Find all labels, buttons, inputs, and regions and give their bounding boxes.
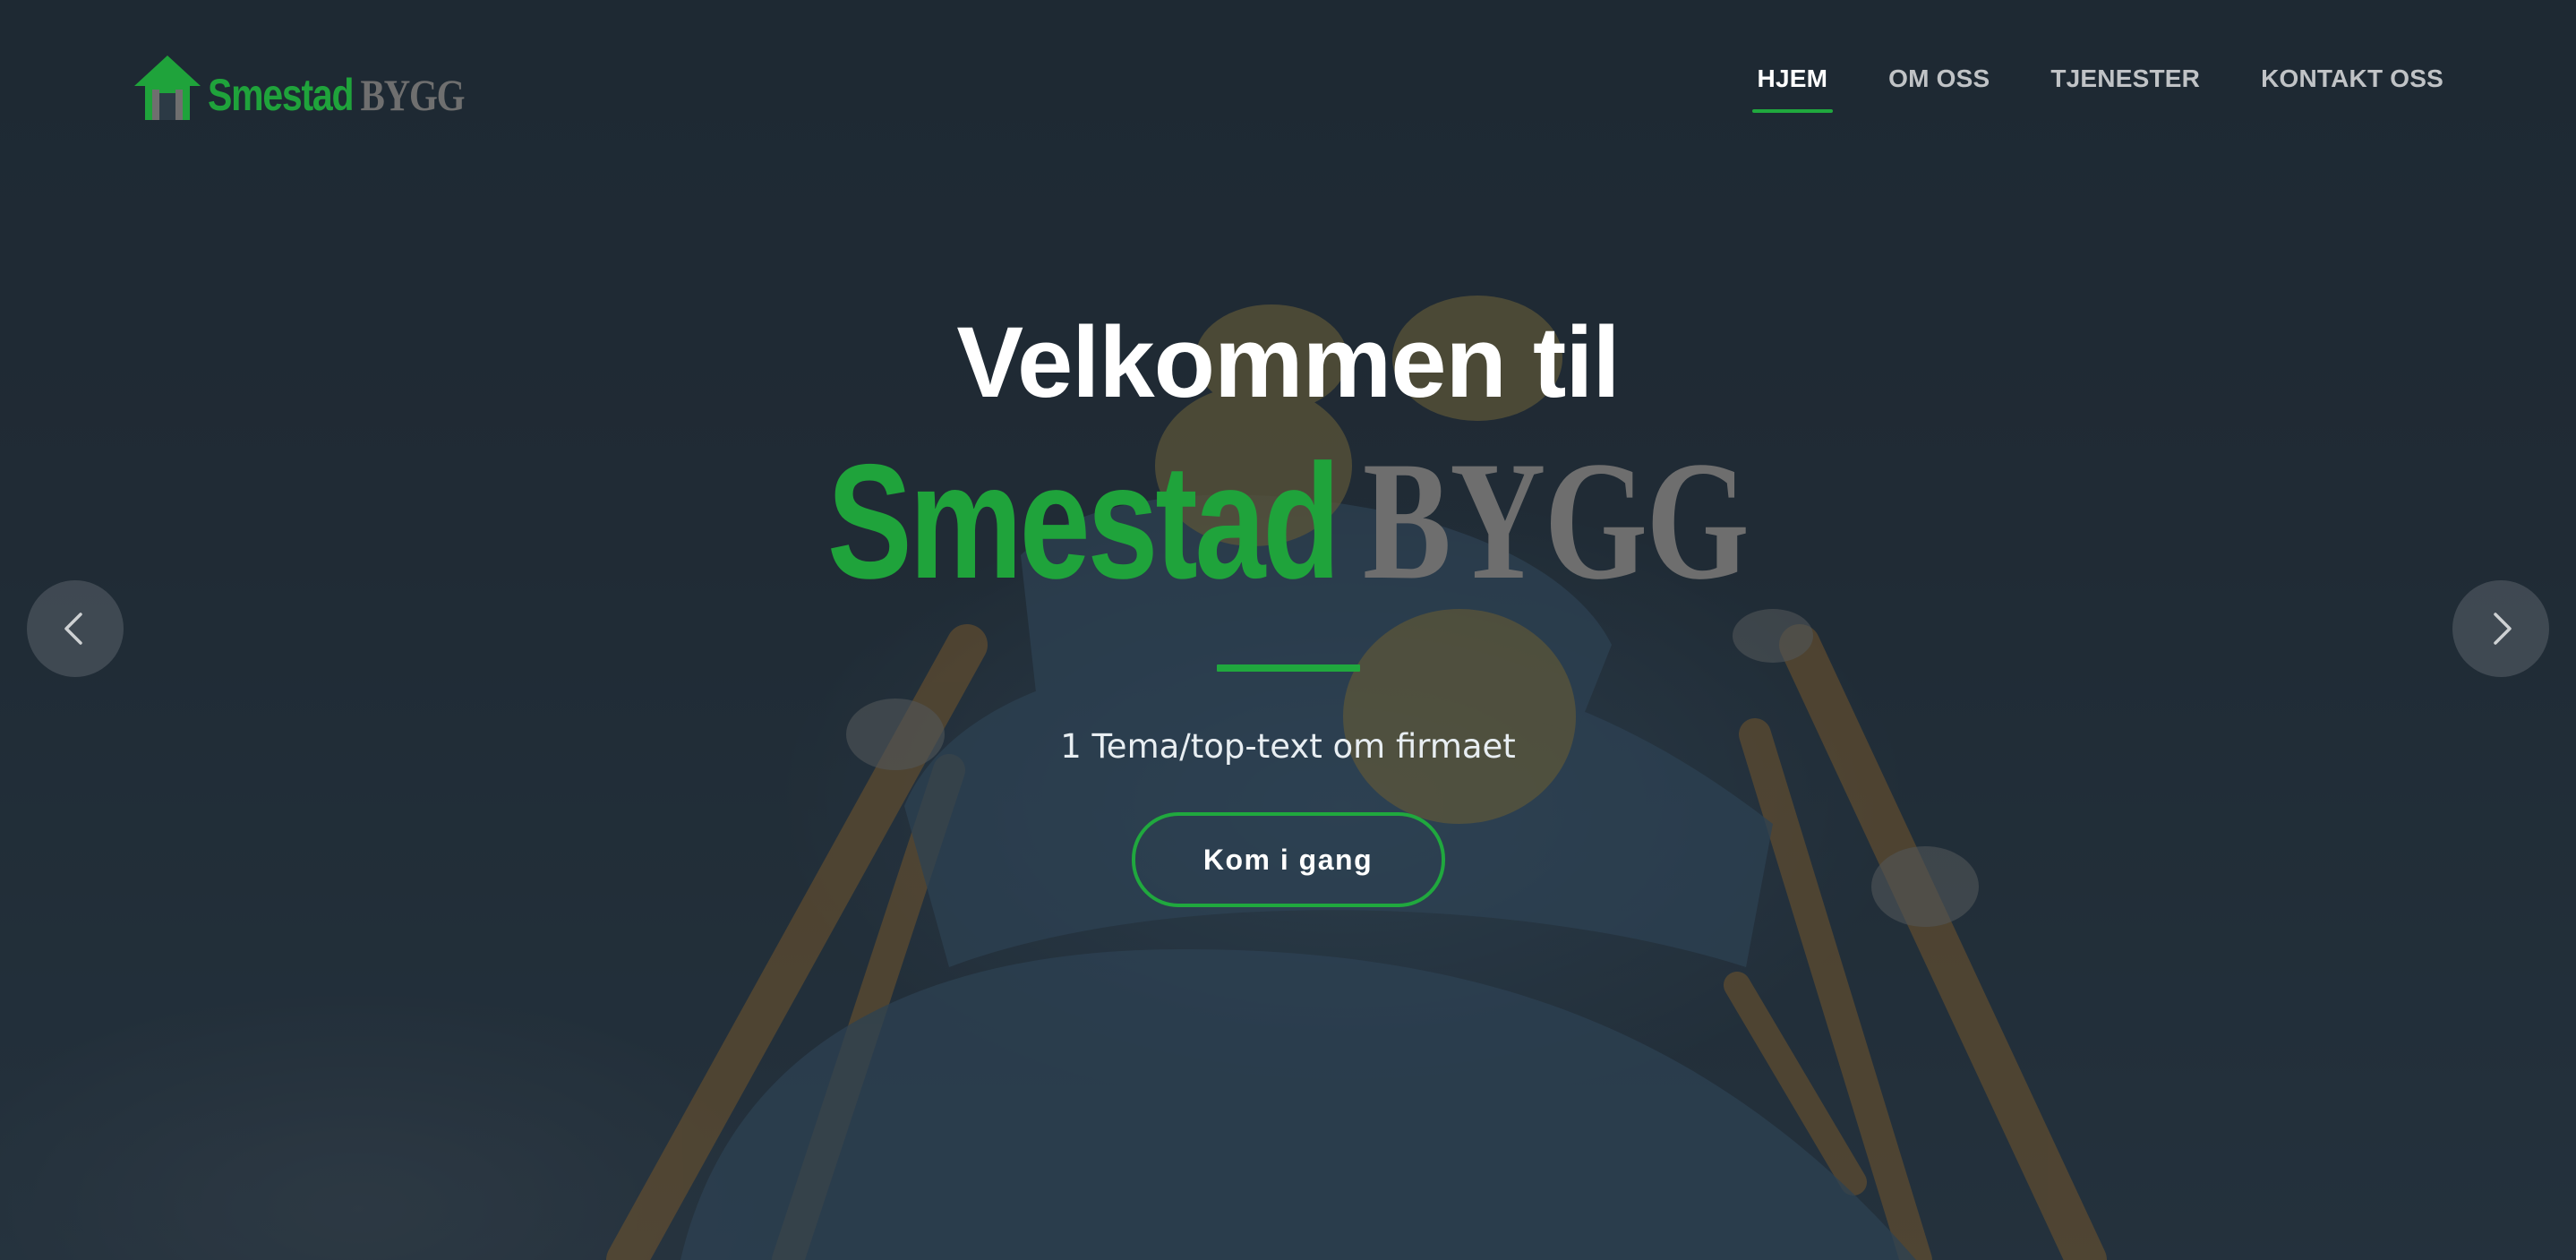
logo-wordmark: Smestad BYGG [208,68,466,122]
nav-item-tjenester[interactable]: TJENESTER [2050,64,2200,113]
hero-divider [1216,664,1360,672]
nav-item-om-oss[interactable]: OM OSS [1888,64,1990,113]
get-started-button[interactable]: Kom i gang [1131,812,1445,907]
nav-item-kontakt-oss[interactable]: KONTAKT OSS [2261,64,2443,113]
hero-heading: Velkommen til [956,306,1620,418]
logo-text-secondary: BYGG [360,70,466,120]
hero-brand-logo: Smestad BYGG [0,427,2576,615]
hero-section: Smestad BYGG HJEM OM OSS TJENESTER KONTAK… [0,0,2576,1260]
nav-item-hjem[interactable]: HJEM [1751,64,1833,113]
logo-text-primary: Smestad [208,70,355,120]
main-nav: HJEM OM OSS TJENESTER KONTAKT OSS [1697,64,2443,113]
hero-content: Velkommen til Smestad BYGG 1 Tema/top-te… [0,296,2576,907]
hero-brand-primary: Smestad [827,430,1340,613]
house-logo-icon [134,56,201,120]
navbar: Smestad BYGG HJEM OM OSS TJENESTER KONTAK… [0,0,2576,166]
hero-tagline: 1 Tema/top-text om firmaet [1060,727,1516,766]
site-logo[interactable]: Smestad BYGG [133,50,520,122]
hero-brand-secondary: BYGG [1363,427,1750,615]
